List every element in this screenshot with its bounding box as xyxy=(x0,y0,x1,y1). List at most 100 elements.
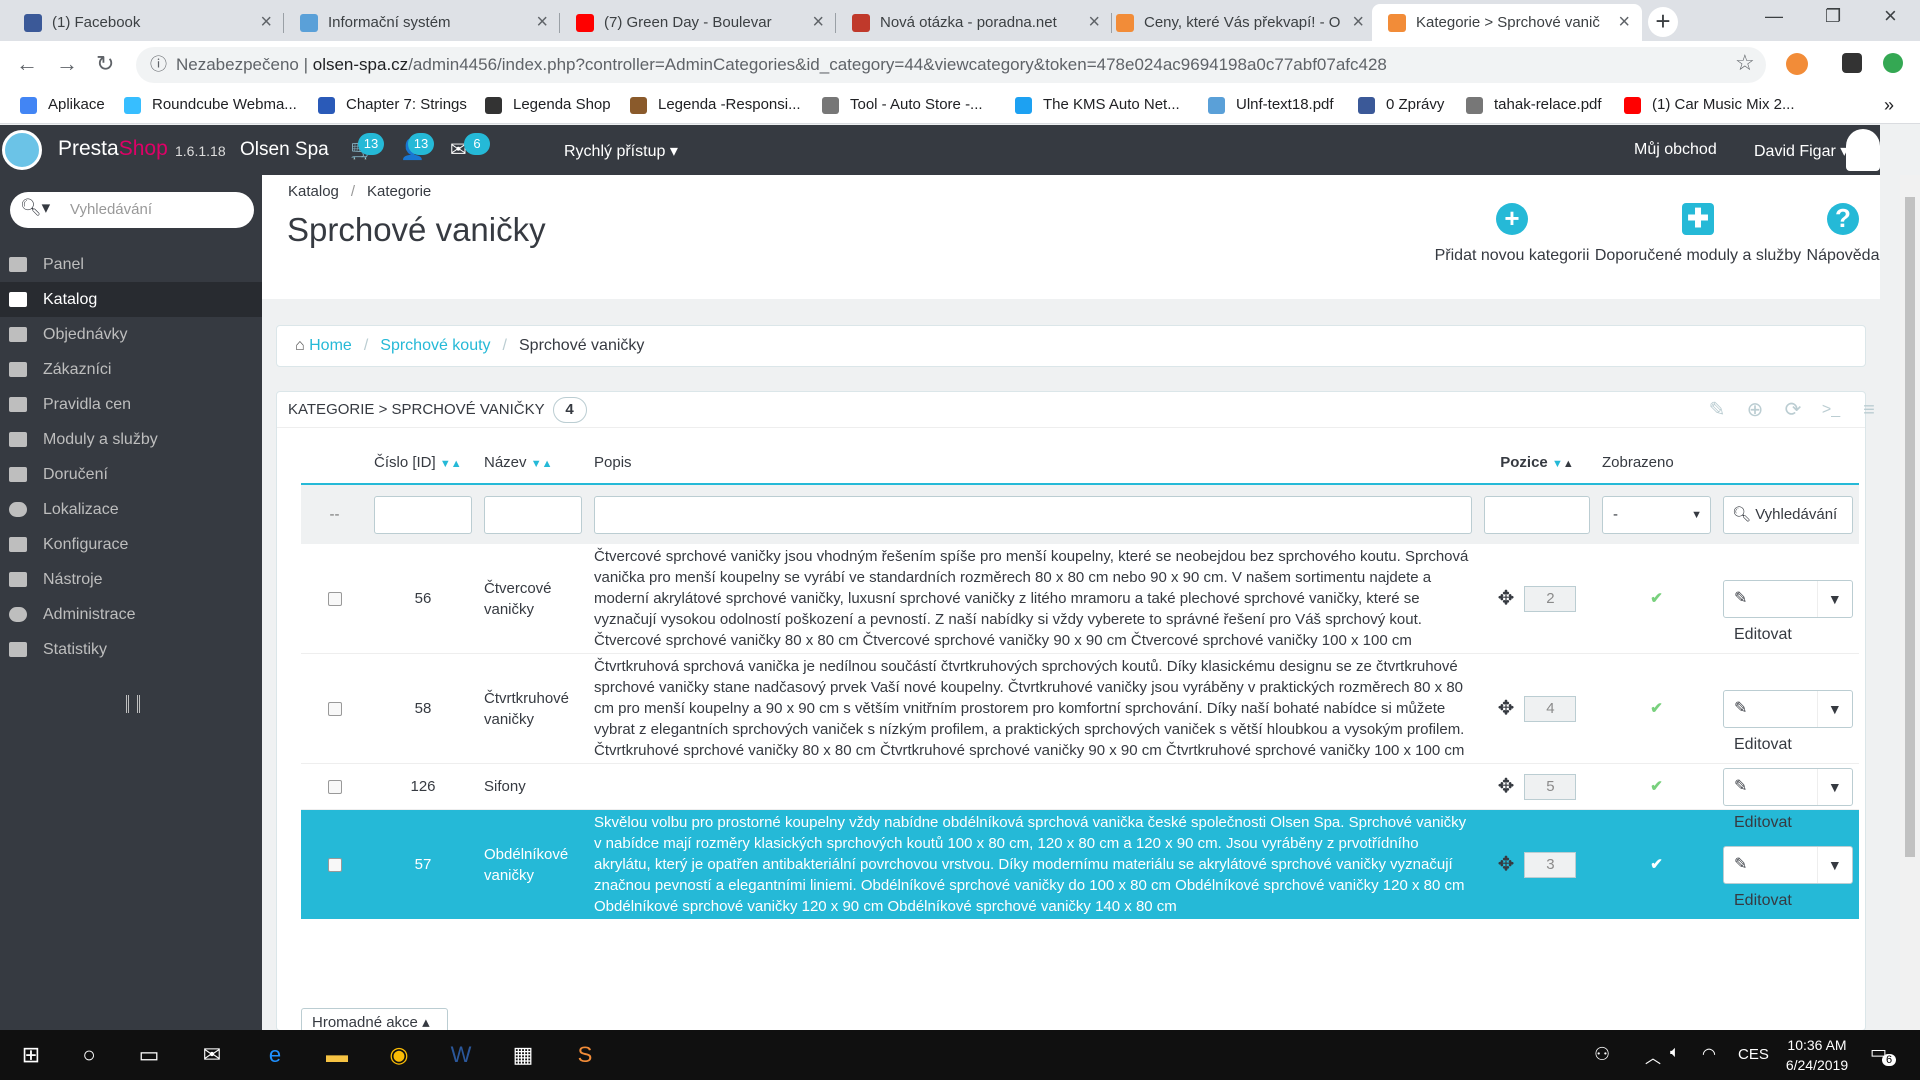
sidebar-item-zakaznici[interactable]: Zákazníci xyxy=(0,352,262,387)
vertical-scrollbar[interactable] xyxy=(1900,175,1920,1030)
sidebar-item-lokalizace[interactable]: Lokalizace xyxy=(0,492,262,527)
database-icon[interactable]: ≡ xyxy=(1857,400,1881,420)
sidebar-item-moduly[interactable]: Moduly a služby xyxy=(0,422,262,457)
more-bookmarks-icon[interactable]: » xyxy=(1884,88,1894,122)
edge-icon[interactable]: e xyxy=(260,1040,290,1070)
caret-down-icon[interactable]: ▼ xyxy=(1818,691,1853,727)
back-icon[interactable]: ← xyxy=(16,51,38,77)
col-name-header[interactable]: Název ▼▲ xyxy=(478,442,588,484)
calendar-icon[interactable]: ▦ xyxy=(508,1040,538,1070)
filter-name-input[interactable] xyxy=(484,495,582,534)
profile-icon[interactable] xyxy=(1883,53,1903,73)
move-icon[interactable]: ✥ xyxy=(1498,853,1515,875)
edit-button[interactable]: ✎ Editovat xyxy=(1724,580,1818,643)
prestashop-logo-icon[interactable] xyxy=(2,130,42,170)
edit-button[interactable]: ✎ Editovat xyxy=(1724,846,1818,909)
bookmark[interactable]: 0 Zprávy xyxy=(1358,88,1444,122)
close-icon[interactable]: × xyxy=(1088,4,1100,41)
chrome-icon[interactable]: ◉ xyxy=(384,1040,414,1070)
close-icon[interactable]: × xyxy=(260,4,272,41)
sort-icon[interactable]: ▼▲ xyxy=(531,458,553,470)
caret-down-icon[interactable]: ▼ xyxy=(1818,769,1853,805)
avatar[interactable] xyxy=(1846,129,1880,171)
search-icon[interactable]: ○ xyxy=(74,1040,104,1070)
sort-icon[interactable]: ▼▲ xyxy=(1552,458,1574,470)
close-icon[interactable]: × xyxy=(1352,4,1364,41)
minimize-icon[interactable]: — xyxy=(1765,6,1783,27)
url-field[interactable]: ⓘ Nezabezpečeno | olsen-spa.cz/admin4456… xyxy=(136,47,1766,83)
sidebar-item-pravidla-cen[interactable]: Pravidla cen xyxy=(0,387,262,422)
edit-icon[interactable]: ✎ xyxy=(1705,400,1729,420)
breadcrumb-home-link[interactable]: Home xyxy=(309,337,352,354)
caret-down-icon[interactable]: ▼ xyxy=(1818,581,1853,617)
file-explorer-icon[interactable]: ▬ xyxy=(322,1040,352,1070)
bookmark[interactable]: Roundcube Webma... xyxy=(124,88,297,122)
bookmark[interactable]: Chapter 7: Strings xyxy=(318,88,467,122)
table-row[interactable]: 57 Obdélníkové vaničky Skvělou volbu pro p… xyxy=(301,809,1859,920)
move-icon[interactable]: ✥ xyxy=(1498,775,1515,797)
shop-name-link[interactable]: Olsen Spa xyxy=(240,139,329,161)
task-view-icon[interactable]: ▭ xyxy=(134,1040,164,1070)
mail-icon[interactable]: ✉ xyxy=(197,1040,227,1070)
col-position-header[interactable]: Pozice ▼▲ xyxy=(1478,442,1596,484)
close-icon[interactable]: × xyxy=(536,4,548,41)
browser-tab[interactable]: Informační systém × xyxy=(284,4,560,41)
close-window-icon[interactable]: × xyxy=(1884,3,1897,29)
people-icon[interactable]: ⚇ xyxy=(1594,1044,1610,1065)
bookmark[interactable]: The KMS Auto Net... xyxy=(1015,88,1180,122)
edit-button[interactable]: ✎ Editovat xyxy=(1724,690,1818,753)
bookmark[interactable]: Legenda Shop xyxy=(485,88,611,122)
filter-position-input[interactable] xyxy=(1484,495,1590,534)
quick-access-dropdown[interactable]: Rychlý přístup ▾ xyxy=(564,141,678,161)
sql-terminal-icon[interactable]: >_ xyxy=(1819,400,1843,420)
close-icon[interactable]: × xyxy=(1618,4,1630,41)
crumb-katalog[interactable]: Katalog xyxy=(288,183,339,200)
bookmark[interactable]: Legenda -Responsi... xyxy=(630,88,801,122)
sidebar-item-administrace[interactable]: Administrace xyxy=(0,597,262,632)
bookmark[interactable]: Ulnf-text18.pdf xyxy=(1208,88,1334,122)
my-shop-link[interactable]: Můj obchod xyxy=(1634,141,1717,159)
filter-id-input[interactable] xyxy=(374,495,472,534)
sidebar-item-konfigurace[interactable]: Konfigurace xyxy=(0,527,262,562)
bookmark[interactable]: tahak-relace.pdf xyxy=(1466,88,1602,122)
sublime-icon[interactable]: S xyxy=(570,1040,600,1070)
enabled-check-icon[interactable]: ✔ xyxy=(1596,653,1717,764)
add-icon[interactable]: ⊕ xyxy=(1743,400,1767,420)
browser-tab[interactable]: (1) Facebook × xyxy=(8,4,284,41)
chevron-up-icon[interactable]: ︿ xyxy=(1645,1044,1661,1068)
enabled-check-icon[interactable]: ✔ xyxy=(1596,763,1717,810)
browser-tab-active[interactable]: Kategorie > Sprchové vanič × xyxy=(1372,4,1642,41)
reload-icon[interactable]: ↻ xyxy=(96,51,114,77)
sidebar-item-doruceni[interactable]: Doručení xyxy=(0,457,262,492)
help-button[interactable]: ? Nápověda xyxy=(1806,203,1880,265)
star-icon[interactable]: ☆ xyxy=(1735,50,1755,76)
sidebar-item-statistiky[interactable]: Statistiky xyxy=(0,632,262,667)
edit-button[interactable]: ✎ Editovat xyxy=(1724,768,1818,831)
volume-icon[interactable]: 🔈︎ xyxy=(1670,1044,1680,1062)
word-icon[interactable]: W xyxy=(446,1040,476,1070)
row-checkbox[interactable] xyxy=(327,701,342,716)
row-checkbox[interactable] xyxy=(327,591,342,606)
sidebar-item-objednavky[interactable]: Objednávky xyxy=(0,317,262,352)
table-row[interactable]: 126 Sifony ✥ 5 ✔ ✎ Editovat ▼ xyxy=(301,763,1859,831)
move-icon[interactable]: ✥ xyxy=(1498,697,1515,719)
bookmark-apps[interactable]: Aplikace xyxy=(20,88,105,122)
filter-shown-select[interactable]: - ▼ xyxy=(1602,495,1711,534)
sidebar-search-input[interactable]: 🔍︎▾ Vyhledávání xyxy=(10,192,254,228)
forward-icon[interactable]: → xyxy=(56,51,78,77)
sidebar-item-panel[interactable]: Panel xyxy=(0,247,262,282)
maximize-icon[interactable]: ❐ xyxy=(1825,6,1841,27)
caret-down-icon[interactable]: ▼ xyxy=(1818,847,1853,883)
extension-icon[interactable] xyxy=(1842,53,1862,73)
network-icon[interactable]: ◠ xyxy=(1702,1044,1716,1064)
filter-search-button[interactable]: 🔍︎ Vyhledávání xyxy=(1723,495,1853,534)
breadcrumb-parent-link[interactable]: Sprchové kouty xyxy=(380,337,490,354)
close-icon[interactable]: × xyxy=(812,4,824,41)
sort-icon[interactable]: ▼▲ xyxy=(440,458,462,470)
user-menu[interactable]: David Figar ▾ xyxy=(1754,141,1848,161)
filter-desc-input[interactable] xyxy=(594,495,1472,534)
move-icon[interactable]: ✥ xyxy=(1498,587,1515,609)
bookmark[interactable]: (1) Car Music Mix 2... xyxy=(1624,88,1795,122)
enabled-check-icon[interactable]: ✔ xyxy=(1596,544,1717,654)
browser-tab[interactable]: Ceny, které Vás překvapí! - O × xyxy=(1100,4,1376,41)
